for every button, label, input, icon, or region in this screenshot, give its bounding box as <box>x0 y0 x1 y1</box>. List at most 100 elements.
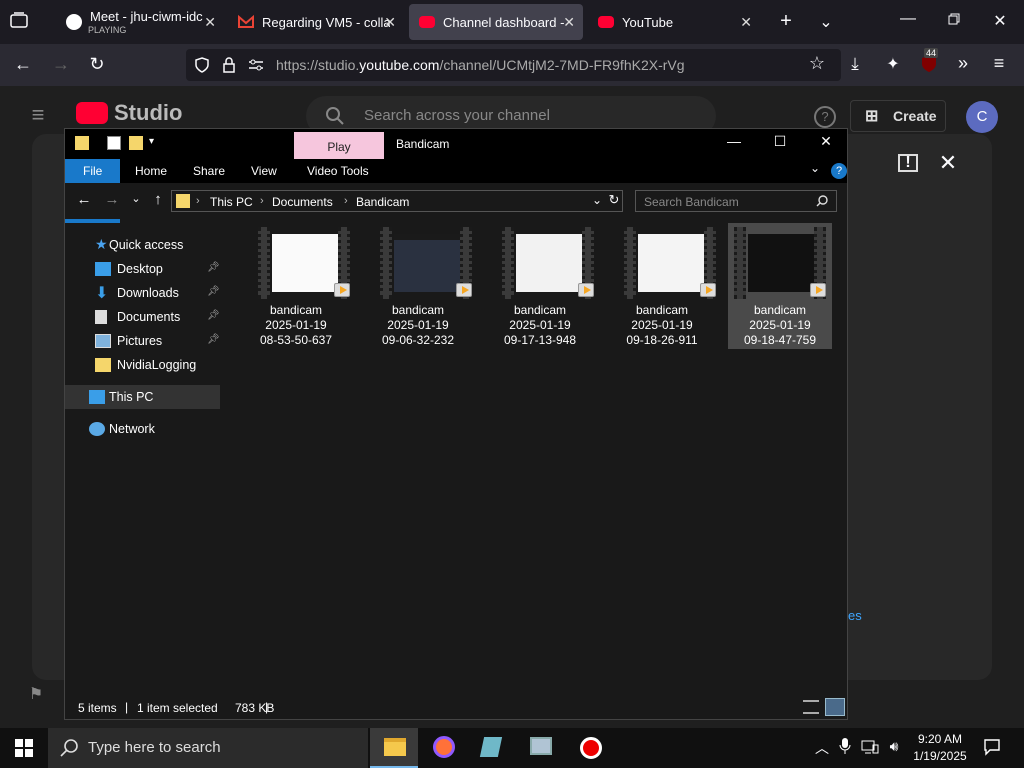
bookmark-star-icon[interactable]: ☆ <box>806 53 828 74</box>
breadcrumb-this-pc[interactable]: This PC <box>210 195 253 209</box>
address-bar[interactable]: › This PC › Documents › Bandicam ⌄ ↻ <box>171 190 623 212</box>
taskbar-app-remote[interactable] <box>518 728 566 768</box>
tab-view[interactable]: View <box>241 159 287 183</box>
extensions-icon[interactable]: ✦ <box>882 54 904 74</box>
breadcrumb-bandicam[interactable]: Bandicam <box>356 195 409 209</box>
app-menu-icon[interactable]: ≡ <box>988 53 1010 74</box>
pin-icon[interactable]: 📌︎ <box>207 310 220 321</box>
close-icon[interactable]: ✕ <box>803 133 849 155</box>
nav-pictures[interactable]: Pictures 📌︎ <box>65 329 220 353</box>
avatar[interactable]: C <box>966 101 998 133</box>
forward-icon[interactable]: → <box>103 191 121 208</box>
details-view-icon[interactable] <box>803 700 819 714</box>
taskbar-bandicam[interactable] <box>566 728 614 768</box>
tab-gmail[interactable]: Regarding VM5 - colla ✕ <box>228 4 404 40</box>
permissions-icon[interactable] <box>248 58 264 72</box>
pin-icon[interactable]: 📌︎ <box>207 286 220 297</box>
feedback-icon[interactable]: ! <box>898 154 918 172</box>
microphone-icon[interactable] <box>838 737 852 757</box>
file-item-selected[interactable]: bandicam 2025-01-19 09-18-47-759 <box>728 223 832 349</box>
tab-youtube-close-icon[interactable]: ✕ <box>740 14 752 31</box>
taskbar-app-notes[interactable] <box>468 728 516 768</box>
video-thumbnail <box>502 227 594 299</box>
search-box[interactable]: Search Bandicam <box>635 190 837 212</box>
file-item[interactable]: bandicam 2025-01-19 09-18-26-911 <box>610 223 716 349</box>
nav-this-pc[interactable]: This PC <box>65 385 220 409</box>
lock-icon[interactable] <box>222 57 236 73</box>
windows-start-icon[interactable] <box>14 739 34 757</box>
firefox-icon <box>433 736 455 758</box>
tab-gmail-close-icon[interactable]: ✕ <box>384 14 396 31</box>
system-clock[interactable]: 9:20 AM 1/19/2025 <box>908 731 972 765</box>
ublock-extension-icon[interactable]: 44 <box>918 48 940 76</box>
pin-icon[interactable]: 📌︎ <box>207 262 220 273</box>
nav-network[interactable]: Network <box>65 417 220 441</box>
customize-qat-icon[interactable]: ▾ <box>149 136 163 150</box>
minimize-icon[interactable]: — <box>711 133 757 155</box>
documents-icon <box>95 310 107 324</box>
close-browser-icon[interactable]: ✕ <box>990 11 1010 31</box>
back-icon[interactable]: ← <box>75 191 93 208</box>
ublock-badge: 44 <box>924 48 939 58</box>
reload-icon[interactable]: ↻ <box>86 54 108 75</box>
youtube-logo-icon[interactable] <box>76 102 108 124</box>
show-hidden-icons-icon[interactable]: ︿ <box>814 738 830 758</box>
downloads-icon[interactable]: ⤓ <box>844 54 866 74</box>
refresh-icon[interactable]: ↻ <box>606 192 622 208</box>
create-button[interactable]: ⊞ Create <box>850 100 946 132</box>
restore-browser-icon[interactable] <box>944 12 964 30</box>
volume-icon[interactable]: 🔊︎ <box>884 738 904 755</box>
shield-icon[interactable] <box>194 57 210 73</box>
tab-share[interactable]: Share <box>183 159 235 183</box>
nav-documents[interactable]: Documents 📌︎ <box>65 305 220 329</box>
help-icon[interactable]: ? <box>814 106 836 128</box>
taskbar-firefox[interactable] <box>420 728 468 768</box>
properties-icon[interactable] <box>107 136 121 150</box>
notifications-icon[interactable] <box>982 738 1002 758</box>
tab-channel-dashboard[interactable]: Channel dashboard - Y ✕ <box>409 4 583 40</box>
new-folder-icon[interactable] <box>129 136 143 150</box>
tab-dashboard-close-icon[interactable]: ✕ <box>563 14 575 31</box>
file-name: bandicam <box>635 303 689 317</box>
expand-ribbon-icon[interactable]: ⌄ <box>807 161 823 175</box>
maximize-icon[interactable]: ☐ <box>757 133 803 155</box>
minimize-browser-icon[interactable]: — <box>898 10 918 28</box>
nav-quick-access[interactable]: ★ Quick access <box>65 233 220 257</box>
file-date: 2025-01-19 <box>509 318 571 332</box>
new-tab-icon[interactable]: + <box>776 10 796 33</box>
nav-desktop[interactable]: Desktop 📌︎ <box>65 257 220 281</box>
dialog-link[interactable]: es <box>848 608 862 623</box>
nav-nvidialogging[interactable]: NvidiaLogging <box>65 353 220 377</box>
help-icon[interactable]: ? <box>831 163 847 179</box>
play-context-tab[interactable]: Play <box>294 132 384 160</box>
forward-arrow-icon[interactable]: → <box>50 54 72 75</box>
tab-meet-close-icon[interactable]: ✕ <box>204 14 216 31</box>
send-feedback-icon[interactable]: ⚑ <box>26 684 46 704</box>
back-arrow-icon[interactable]: ← <box>12 54 34 75</box>
dialog-close-icon[interactable]: ✕ <box>936 150 960 176</box>
file-item[interactable]: bandicam 2025-01-19 08-53-50-637 <box>244 223 350 349</box>
tab-youtube[interactable]: YouTube ✕ <box>588 4 760 40</box>
browser-nav-bar: ← → ↻ https://studio.youtube.com/channel… <box>0 44 1024 86</box>
pin-icon[interactable]: 📌︎ <box>207 334 220 345</box>
list-all-tabs-icon[interactable]: ⌄ <box>816 12 836 32</box>
up-icon[interactable]: ↑ <box>149 191 167 208</box>
hamburger-menu-icon[interactable]: ≡ <box>26 102 50 128</box>
file-item[interactable]: bandicam 2025-01-19 09-17-13-948 <box>488 223 594 349</box>
large-icons-view-icon[interactable] <box>825 698 845 716</box>
nav-downloads[interactable]: ⬇ Downloads 📌︎ <box>65 281 220 305</box>
url-text[interactable]: https://studio.youtube.com/channel/UCMtj… <box>276 57 685 73</box>
file-item[interactable]: bandicam 2025-01-19 09-06-32-232 <box>366 223 472 349</box>
breadcrumb-documents[interactable]: Documents <box>272 195 333 209</box>
tab-meet[interactable]: Meet - jhu-ciwm-idc PLAYING ✕ <box>56 4 224 40</box>
tab-video-tools[interactable]: Video Tools <box>297 159 379 183</box>
taskbar-search-box[interactable]: Type here to search <box>48 728 368 768</box>
more-tools-icon[interactable]: » <box>952 53 974 74</box>
recent-locations-icon[interactable]: ⌄ <box>129 192 143 205</box>
network-icon[interactable] <box>860 739 880 755</box>
tab-home[interactable]: Home <box>125 159 177 183</box>
url-bar[interactable]: https://studio.youtube.com/channel/UCMtj… <box>186 49 841 81</box>
taskbar-file-explorer[interactable] <box>370 728 418 768</box>
address-dropdown-icon[interactable]: ⌄ <box>590 193 604 207</box>
tab-overview-icon[interactable] <box>8 12 30 32</box>
